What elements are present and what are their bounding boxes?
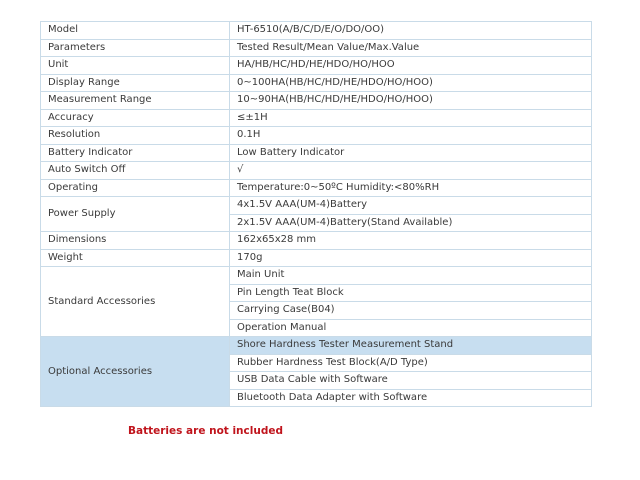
spec-label: Weight <box>40 248 230 267</box>
spec-value: 0.1H <box>229 126 592 145</box>
spec-value: ≤±1H <box>229 108 592 127</box>
spec-label: Auto Switch Off <box>40 161 230 180</box>
spec-row: Unit HA/HB/HC/HD/HE/HDO/HO/HOO <box>40 56 592 75</box>
spec-row: Battery Indicator Low Battery Indicator <box>40 143 592 162</box>
spec-value: Pin Length Teat Block <box>229 283 592 302</box>
spec-page: Model HT-6510(A/B/C/D/E/O/DO/OO) Parameter… <box>0 0 640 480</box>
spec-value: √ <box>229 161 592 180</box>
spec-row: Standard Accessories Main Unit <box>40 266 592 337</box>
spec-row: Accuracy ≤±1H <box>40 108 592 127</box>
spec-value: Low Battery Indicator <box>229 143 592 162</box>
spec-label: Display Range <box>40 73 230 92</box>
spec-value: USB Data Cable with Software <box>229 371 592 390</box>
spec-row: Auto Switch Off √ <box>40 161 592 180</box>
spec-row: Display Range 0~100HA(HB/HC/HD/HE/HDO/HO/… <box>40 73 592 92</box>
spec-value: Rubber Hardness Test Block(A/D Type) <box>229 353 592 372</box>
spec-row: Measurement Range 10~90HA(HB/HC/HD/HE/HDO… <box>40 91 592 110</box>
spec-value: Tested Result/Mean Value/Max.Value <box>229 38 592 57</box>
spec-value: 0~100HA(HB/HC/HD/HE/HDO/HO/HOO) <box>229 73 592 92</box>
spec-value: 10~90HA(HB/HC/HD/HE/HDO/HO/HOO) <box>229 91 592 110</box>
spec-label: Resolution <box>40 126 230 145</box>
spec-label: Dimensions <box>40 231 230 250</box>
spec-label: Battery Indicator <box>40 143 230 162</box>
spec-row: Dimensions 162x65x28 mm <box>40 231 592 250</box>
spec-value: Main Unit <box>229 266 592 285</box>
spec-label: Unit <box>40 56 230 75</box>
spec-row: Resolution 0.1H <box>40 126 592 145</box>
spec-value: 2x1.5V AAA(UM-4)Battery(Stand Available) <box>229 213 592 232</box>
spec-value: Shore Hardness Tester Measurement Stand <box>229 336 592 355</box>
spec-label: Parameters <box>40 38 230 57</box>
spec-value: 170g <box>229 248 592 267</box>
spec-row: Parameters Tested Result/Mean Value/Max.V… <box>40 38 592 57</box>
specifications-table: Model HT-6510(A/B/C/D/E/O/DO/OO) Parameter… <box>40 21 592 407</box>
spec-label: Optional Accessories <box>40 336 230 407</box>
spec-value: 4x1.5V AAA(UM-4)Battery <box>229 196 592 215</box>
spec-value: Carrying Case(B04) <box>229 301 592 320</box>
spec-row: Power Supply 4x1.5V AAA(UM-4)Battery <box>40 196 592 232</box>
spec-value: 162x65x28 mm <box>229 231 592 250</box>
spec-label: Standard Accessories <box>40 266 230 337</box>
spec-label: Power Supply <box>40 196 230 232</box>
spec-row: Model HT-6510(A/B/C/D/E/O/DO/OO) <box>40 21 592 40</box>
spec-label: Operating <box>40 178 230 197</box>
spec-row: Operating Temperature:0~50ºC Humidity:<80… <box>40 178 592 197</box>
spec-label: Model <box>40 21 230 40</box>
spec-label: Measurement Range <box>40 91 230 110</box>
spec-label: Accuracy <box>40 108 230 127</box>
specifications-table-body: Model HT-6510(A/B/C/D/E/O/DO/OO) Parameter… <box>40 21 592 407</box>
spec-value: HA/HB/HC/HD/HE/HDO/HO/HOO <box>229 56 592 75</box>
spec-row: Optional Accessories Shore Hardness Teste… <box>40 336 592 407</box>
spec-value: Temperature:0~50ºC Humidity:<80%RH <box>229 178 592 197</box>
spec-value: Bluetooth Data Adapter with Software <box>229 388 592 407</box>
spec-value: Operation Manual <box>229 318 592 337</box>
spec-row: Weight 170g <box>40 248 592 267</box>
batteries-note: Batteries are not included <box>128 425 283 437</box>
spec-value: HT-6510(A/B/C/D/E/O/DO/OO) <box>229 21 592 40</box>
